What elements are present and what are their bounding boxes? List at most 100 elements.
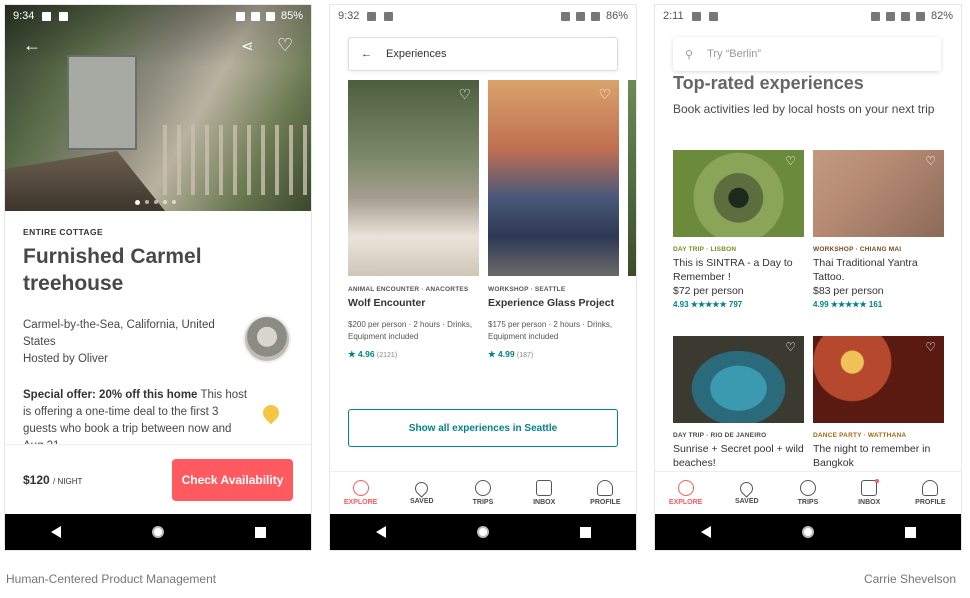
experience-card[interactable]: ♡ WORKSHOP · SEATTLE Experience Glass Pr…: [488, 80, 619, 360]
photo-pager-dots[interactable]: [135, 200, 176, 205]
caption-right: Carrie Shevelson: [863, 572, 956, 586]
experience-price: $83 per person: [813, 285, 884, 297]
experience-card-partial[interactable]: [628, 80, 636, 276]
listing-location: Carmel-by-the-Sea, California, United St…: [23, 319, 215, 348]
heart-icon[interactable]: ♡: [785, 154, 796, 168]
listing-photo[interactable]: ← ⋖ ♡: [5, 5, 311, 211]
nav-back-icon[interactable]: [50, 526, 61, 538]
profile-icon: [922, 480, 939, 496]
notification-icon: [367, 11, 377, 21]
experience-photo: [628, 80, 636, 276]
wifi-icon: [575, 11, 585, 21]
tab-label: SAVED: [734, 497, 759, 505]
status-bar: 9:32 86%: [330, 5, 636, 27]
tab-label: INBOX: [533, 499, 556, 506]
tab-inbox[interactable]: INBOX: [841, 479, 897, 506]
nav-home-icon[interactable]: [151, 526, 164, 538]
tab-inbox[interactable]: INBOX: [516, 480, 572, 506]
experience-category: DAY TRIP · LISBON: [673, 246, 737, 253]
experience-category: WORKSHOP · CHIANG MAI: [813, 246, 902, 253]
tab-profile[interactable]: PROFILE: [902, 480, 958, 506]
experience-title: Thai Traditional Yantra Tattoo.: [813, 257, 918, 283]
tab-label: PROFILE: [915, 499, 946, 506]
bottom-tab-bar: EXPLORE SAVED TRIPS INBOX PROFILE: [655, 471, 961, 514]
heart-icon[interactable]: ♡: [458, 86, 471, 103]
rating-count: (2121): [376, 352, 398, 359]
experience-card[interactable]: ♡ ANIMAL ENCOUNTER · ANACORTES Wolf Enco…: [348, 80, 479, 360]
battery-icon: [915, 11, 925, 21]
phone-experiences-screen: 9:32 86% ← Experiences ♡ ANIMAL ENCOUNTE…: [329, 4, 637, 551]
listing-kind: ENTIRE COTTAGE: [23, 227, 104, 237]
back-arrow-icon[interactable]: ←: [361, 48, 372, 60]
tab-label: EXPLORE: [668, 499, 703, 506]
status-time: 9:32: [338, 10, 360, 22]
caption-left: Human-Centered Product Management: [6, 572, 217, 586]
star-icon: ★: [348, 349, 356, 359]
experiences-search-bar[interactable]: ← Experiences: [348, 37, 618, 71]
heart-icon: [737, 478, 756, 498]
rating-value: 4.96: [358, 349, 375, 359]
bottom-tab-bar: EXPLORE SAVED TRIPS INBOX PROFILE: [330, 471, 636, 514]
destination-search-bar[interactable]: ⚲ Try “Berlin”: [673, 37, 941, 71]
nav-back-icon[interactable]: [700, 526, 711, 538]
tab-profile[interactable]: PROFILE: [577, 480, 633, 506]
notification-icon: [384, 11, 394, 21]
search-label: Experiences: [386, 48, 447, 60]
mute-icon: [560, 11, 570, 21]
tab-trips[interactable]: TRIPS: [455, 480, 511, 506]
tab-trips[interactable]: TRIPS: [780, 480, 836, 506]
battery-level: 82%: [930, 10, 953, 22]
mute-icon: [885, 11, 895, 21]
star-icon: ★: [488, 349, 496, 359]
experience-card[interactable]: ♡ DAY TRIP · RIO DE JANEIRO Sunrise + Se…: [673, 336, 804, 470]
share-icon[interactable]: ⋖: [241, 37, 254, 55]
tab-saved[interactable]: SAVED: [394, 478, 450, 505]
tab-saved[interactable]: SAVED: [719, 478, 775, 505]
profile-icon: [597, 480, 614, 496]
experience-price: $72 per person: [673, 285, 744, 297]
nav-home-icon[interactable]: [476, 526, 489, 538]
notification-icon: [59, 11, 69, 21]
tab-explore[interactable]: EXPLORE: [333, 480, 389, 506]
sync-icon: [708, 11, 718, 21]
status-time: 2:11: [663, 10, 684, 22]
experience-photo: ♡: [673, 336, 804, 423]
tab-label: TRIPS: [797, 499, 819, 506]
status-bar: 2:11 82%: [655, 5, 961, 27]
experience-photo: ♡: [673, 150, 804, 237]
nav-recents-icon[interactable]: [254, 526, 266, 538]
heart-icon[interactable]: ♡: [925, 154, 936, 168]
search-icon: [352, 480, 369, 496]
airbnb-logo-icon: [474, 480, 491, 496]
battery-level: 85%: [280, 10, 303, 22]
heart-icon[interactable]: ♡: [925, 340, 936, 354]
experience-title: The night to remember in Bangkok: [813, 443, 931, 469]
price-unit: / NIGHT: [53, 477, 83, 486]
experience-card[interactable]: ♡ DANCE PARTY · WATTHANA The night to re…: [813, 336, 944, 470]
check-availability-button[interactable]: Check Availability: [172, 459, 293, 501]
experience-photo: ♡: [813, 150, 944, 237]
experience-card[interactable]: ♡ DAY TRIP · LISBON This is SINTRA - a D…: [673, 150, 804, 309]
back-arrow-icon[interactable]: ←: [23, 35, 41, 56]
mute-icon: [235, 11, 245, 21]
battery-icon: [590, 11, 600, 21]
host-avatar[interactable]: [243, 315, 291, 363]
nav-back-icon[interactable]: [375, 526, 386, 538]
heart-icon[interactable]: ♡: [598, 86, 611, 103]
tab-explore[interactable]: EXPLORE: [658, 480, 714, 506]
experience-category: ANIMAL ENCOUNTER · ANACORTES: [348, 286, 469, 293]
section-subheading: Book activities led by local hosts on yo…: [673, 102, 935, 116]
nightly-price: $120 / NIGHT: [23, 473, 82, 487]
experience-category: WORKSHOP · SEATTLE: [488, 286, 566, 293]
experience-title: Sunrise + Secret pool + wild beaches!: [673, 443, 804, 469]
show-all-experiences-button[interactable]: Show all experiences in Seattle: [348, 409, 618, 447]
nav-home-icon[interactable]: [801, 526, 814, 538]
heart-icon[interactable]: ♡: [277, 35, 293, 56]
heart-icon[interactable]: ♡: [785, 340, 796, 354]
rating-value: 4.99: [498, 349, 515, 359]
bulb-icon: [259, 401, 283, 425]
experience-card[interactable]: ♡ WORKSHOP · CHIANG MAI Thai Traditional…: [813, 150, 944, 309]
price-value: $120: [23, 473, 50, 487]
nav-recents-icon[interactable]: [904, 526, 916, 538]
nav-recents-icon[interactable]: [579, 526, 591, 538]
